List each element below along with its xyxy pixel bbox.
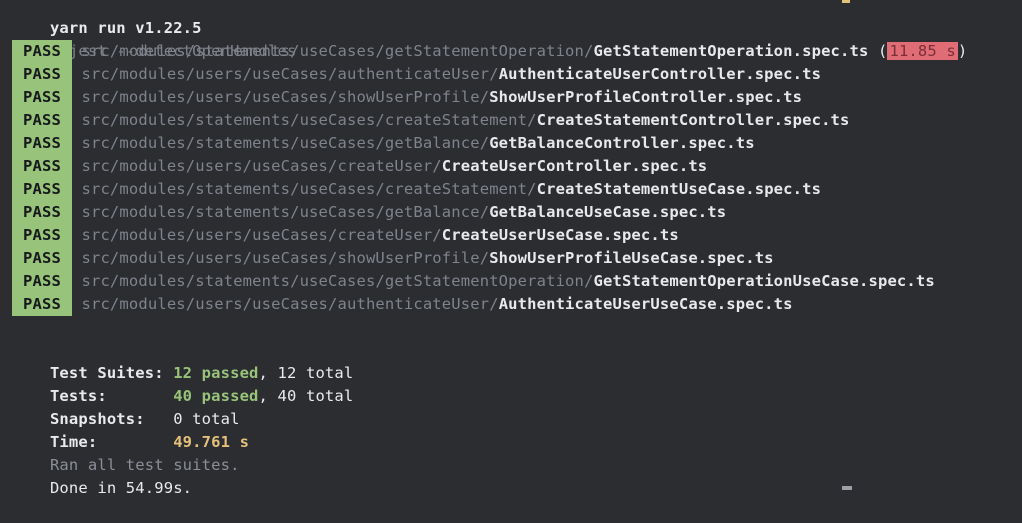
test-file-name: AuthenticateUserUseCase.spec.ts — [498, 295, 793, 313]
test-file-dir: src/modules/statements/useCases/createSt… — [81, 180, 537, 198]
ran-all-line: Ran all test suites. — [12, 431, 1022, 474]
pass-badge: PASS — [12, 201, 72, 224]
summary-tests: Tests: 40 passed, 40 total — [12, 362, 1022, 405]
test-file-name: CreateUserController.spec.ts — [441, 157, 708, 175]
terminal-cursor — [842, 486, 852, 490]
test-file-dir: src/modules/users/useCases/authenticateU… — [81, 295, 499, 313]
test-file-dir: src/modules/users/useCases/showUserProfi… — [81, 88, 490, 106]
pass-badge: PASS — [12, 224, 72, 247]
test-results-list: PASS src/modules/statements/useCases/get… — [12, 40, 1022, 316]
done-text: Done in 54.99s. — [49, 479, 193, 497]
pass-badge: PASS — [12, 247, 72, 270]
pass-badge: PASS — [12, 63, 72, 86]
test-file-name: ShowUserProfileUseCase.spec.ts — [489, 249, 774, 267]
test-result-row: PASS src/modules/statements/useCases/get… — [12, 270, 1022, 293]
test-file-name: GetStatementOperation.spec.ts — [593, 42, 869, 60]
test-file-name: GetStatementOperationUseCase.spec.ts — [593, 272, 935, 290]
pass-badge: PASS — [12, 40, 72, 63]
test-file-dir: src/modules/users/useCases/createUser/ — [81, 157, 442, 175]
pass-badge: PASS — [12, 109, 72, 132]
test-result-row: PASS src/modules/statements/useCases/cre… — [12, 178, 1022, 201]
test-file-name: ShowUserProfileController.spec.ts — [489, 88, 803, 106]
test-file-name: CreateStatementController.spec.ts — [536, 111, 850, 129]
pass-badge: PASS — [12, 86, 72, 109]
test-file-name: GetBalanceController.spec.ts — [489, 134, 755, 152]
test-result-row: PASS src/modules/users/useCases/createUs… — [12, 155, 1022, 178]
test-file-name: AuthenticateUserController.spec.ts — [498, 65, 822, 83]
summary-time: Time: 49.761 s — [12, 408, 1022, 451]
summary-snapshots: Snapshots: 0 total — [12, 385, 1022, 428]
test-result-row: PASS src/modules/statements/useCases/cre… — [12, 109, 1022, 132]
test-file-dir: src/modules/statements/useCases/getBalan… — [81, 134, 490, 152]
test-result-row: PASS src/modules/users/useCases/createUs… — [12, 224, 1022, 247]
summary-suites: Test Suites: 12 passed, 12 total — [12, 339, 1022, 382]
pass-badge: PASS — [12, 270, 72, 293]
slow-test-duration: 11.85 s — [887, 42, 958, 60]
test-file-name: CreateStatementUseCase.spec.ts — [536, 180, 822, 198]
test-file-name: CreateUserUseCase.spec.ts — [441, 226, 679, 244]
test-file-dir: src/modules/statements/useCases/createSt… — [81, 111, 537, 129]
test-result-row: PASS src/modules/statements/useCases/get… — [12, 201, 1022, 224]
yarn-version-line: yarn run v1.22.5 — [12, 0, 1022, 37]
test-file-dir: src/modules/statements/useCases/getState… — [81, 42, 594, 60]
command-line: $ jest --detectOpenHandles — [12, 17, 1022, 60]
test-result-row: PASS src/modules/users/useCases/showUser… — [12, 247, 1022, 270]
test-result-row: PASS src/modules/statements/useCases/get… — [12, 132, 1022, 155]
test-result-row: PASS src/modules/statements/useCases/get… — [12, 40, 1022, 63]
test-file-dir: src/modules/statements/useCases/getBalan… — [81, 203, 490, 221]
pass-badge: PASS — [12, 132, 72, 155]
test-result-row: PASS src/modules/users/useCases/authenti… — [12, 293, 1022, 316]
test-file-dir: src/modules/statements/useCases/getState… — [81, 272, 594, 290]
done-line: Done in 54.99s. — [12, 454, 1022, 497]
terminal-output[interactable]: yarn run v1.22.5 $ jest --detectOpenHand… — [12, 0, 1022, 497]
scrolled-text-remnant — [842, 0, 850, 3]
test-result-row: PASS src/modules/users/useCases/authenti… — [12, 63, 1022, 86]
duration-paren-close: ) — [957, 42, 968, 60]
test-file-dir: src/modules/users/useCases/authenticateU… — [81, 65, 499, 83]
pass-badge: PASS — [12, 293, 72, 316]
test-file-dir: src/modules/users/useCases/showUserProfi… — [81, 249, 490, 267]
test-file-name: GetBalanceUseCase.spec.ts — [489, 203, 727, 221]
pass-badge: PASS — [12, 178, 72, 201]
pass-badge: PASS — [12, 155, 72, 178]
test-result-row: PASS src/modules/users/useCases/showUser… — [12, 86, 1022, 109]
test-file-dir: src/modules/users/useCases/createUser/ — [81, 226, 442, 244]
